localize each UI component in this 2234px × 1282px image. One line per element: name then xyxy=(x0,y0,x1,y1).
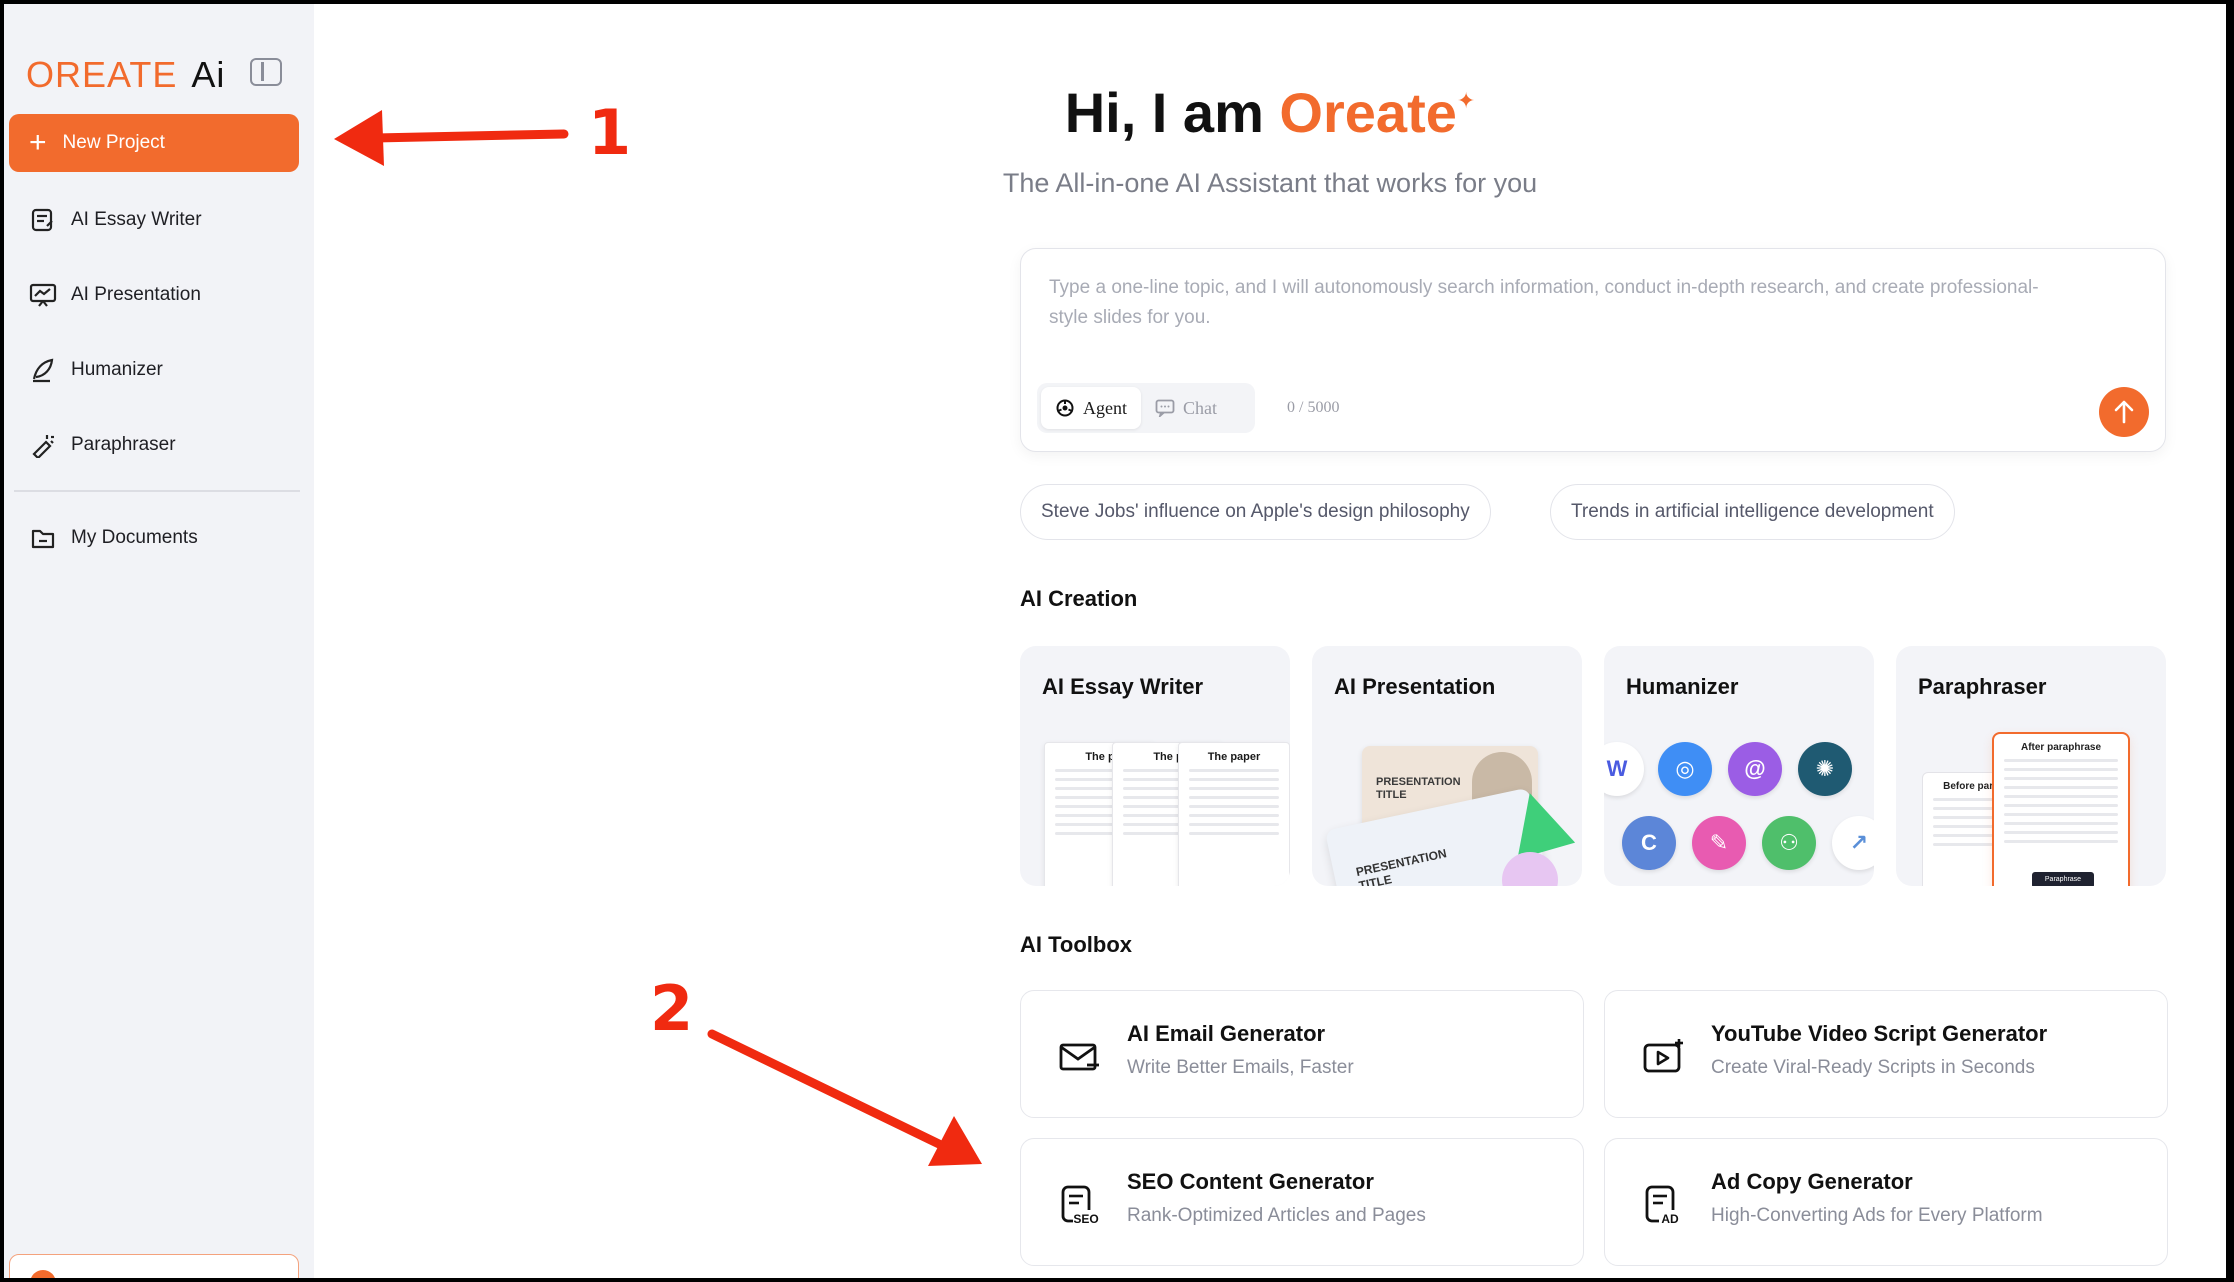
arrow-2-shaft xyxy=(707,1029,944,1149)
annotation-number-1: 1 xyxy=(588,96,632,169)
annotation-arrows xyxy=(334,110,982,1166)
arrow-1-shaft xyxy=(369,129,569,143)
app-window: OREATE Ai + New Project AI Essay Writer … xyxy=(4,4,2226,1278)
arrow-1-head xyxy=(334,110,384,166)
annotation-number-2: 2 xyxy=(650,972,694,1045)
